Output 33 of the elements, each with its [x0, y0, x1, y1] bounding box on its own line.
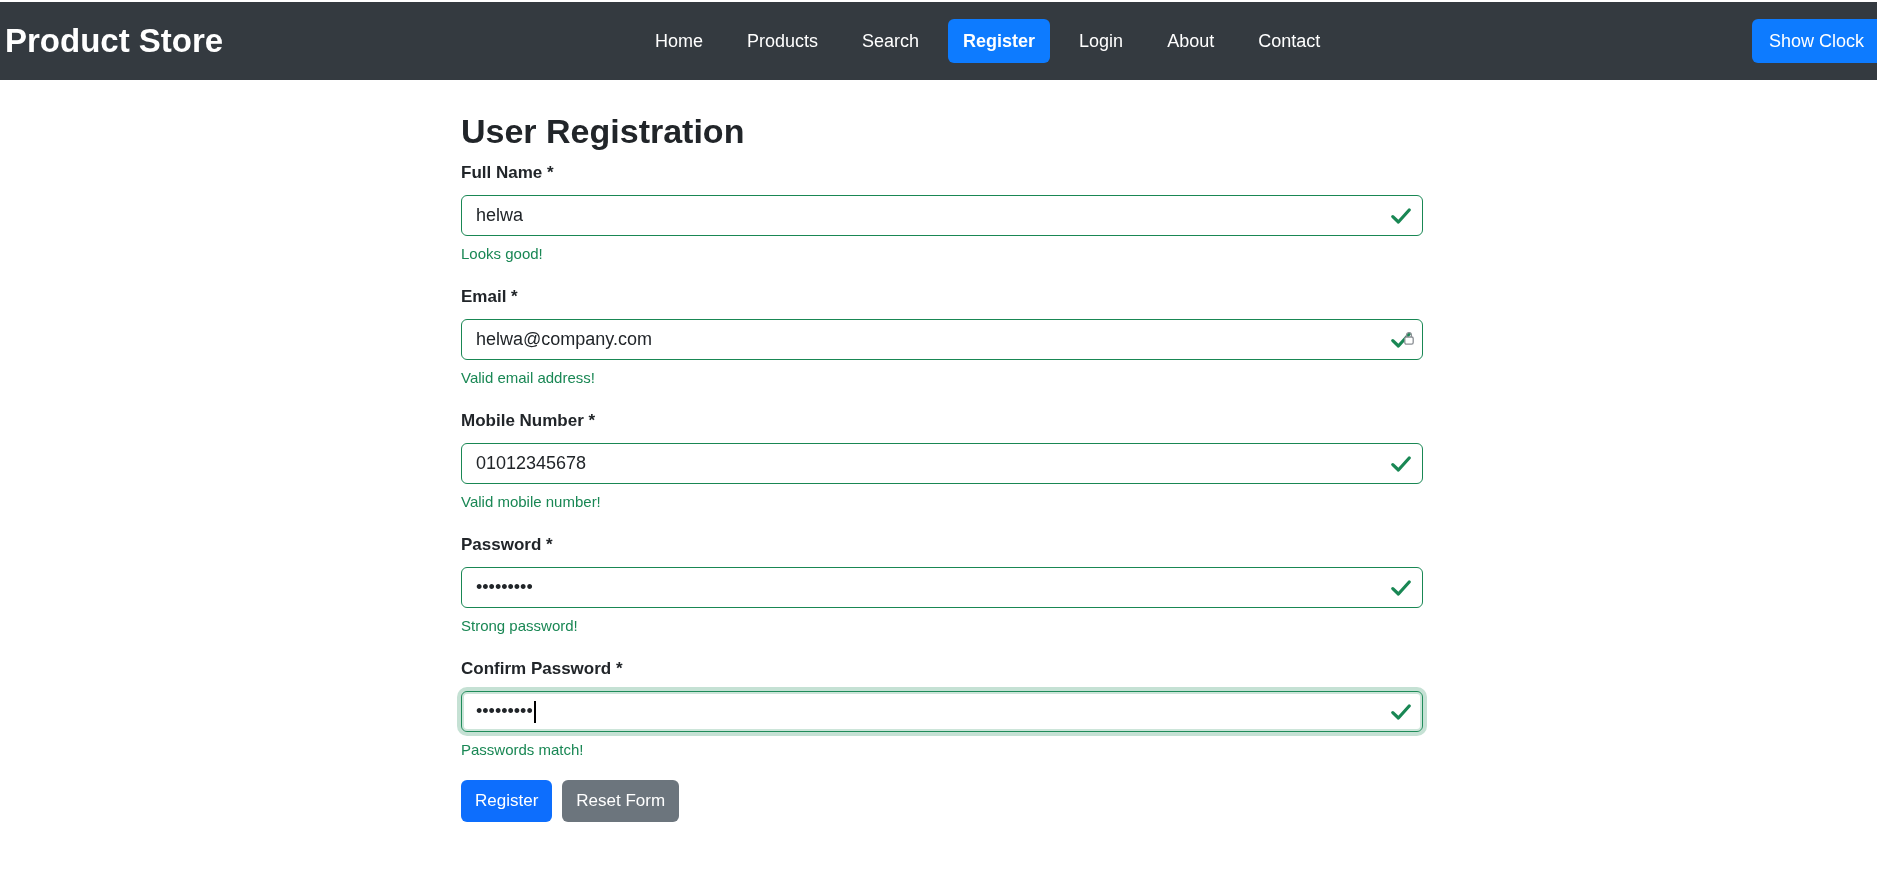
nav-link[interactable]: Products [731, 19, 833, 63]
field-label: Full Name * [461, 162, 554, 184]
reset-button[interactable]: Reset Form [562, 780, 680, 822]
input-field[interactable]: helwa [461, 195, 1423, 236]
text-cursor [533, 700, 536, 723]
validation-message: Valid email address! [461, 368, 595, 388]
check-icon [1391, 331, 1411, 348]
input-field[interactable]: 01012345678 [461, 443, 1423, 484]
nav-link[interactable]: About [1152, 19, 1230, 63]
field-label: Password * [461, 534, 553, 556]
submit-button[interactable]: Register [461, 780, 553, 822]
check-icon [1391, 579, 1411, 596]
page-title: User Registration [461, 111, 745, 152]
input-field[interactable]: ••••••••• [461, 567, 1423, 608]
nav-link[interactable]: Register [948, 19, 1051, 63]
input-field[interactable]: ••••••••• [461, 691, 1423, 732]
check-icon [1391, 455, 1411, 472]
validation-message: Passwords match! [461, 740, 584, 760]
field-label: Mobile Number * [461, 410, 596, 432]
field-label: Email * [461, 286, 518, 308]
brand-title[interactable]: Product Store [5, 22, 224, 60]
check-icon [1391, 703, 1411, 720]
show-clock-button[interactable]: Show Clock [1751, 19, 1877, 63]
nav-link[interactable]: Contact [1243, 19, 1336, 63]
validation-message: Strong password! [461, 616, 578, 636]
validation-message: Valid mobile number! [461, 492, 601, 512]
nav-link[interactable]: Login [1064, 19, 1139, 63]
nav-link[interactable]: Home [639, 19, 718, 63]
nav-link[interactable]: Search [847, 19, 935, 63]
field-label: Confirm Password * [461, 658, 623, 680]
validation-message: Looks good! [461, 244, 543, 264]
input-field[interactable]: helwa@company.com [461, 319, 1423, 360]
check-icon [1391, 207, 1411, 224]
